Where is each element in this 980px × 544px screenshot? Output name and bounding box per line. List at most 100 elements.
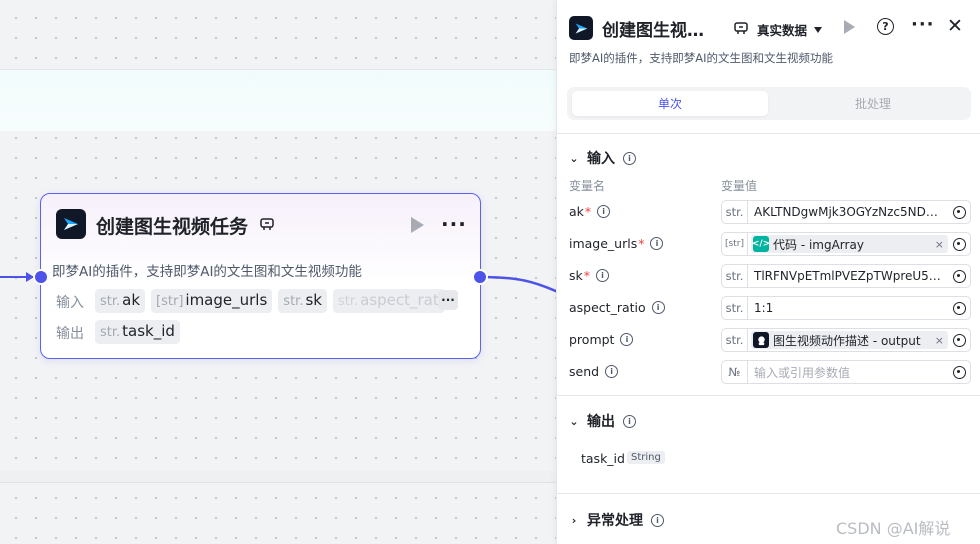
- param-field-aspect-ratio[interactable]: str. 1:1: [721, 296, 971, 320]
- variable-select-icon[interactable]: [948, 201, 970, 223]
- data-mode-dropdown[interactable]: 真实数据: [757, 20, 823, 39]
- variable-select-icon[interactable]: [948, 233, 970, 255]
- param-ref-label: 代码 - imgArray: [773, 237, 864, 252]
- node-more-icon[interactable]: ···: [441, 212, 467, 236]
- param-type-send: №: [722, 361, 748, 383]
- param-type-ak: str.: [722, 201, 748, 223]
- canvas-group-band: [0, 69, 556, 131]
- param-value-aspect-ratio[interactable]: 1:1: [748, 301, 948, 315]
- param-name-aspect-ratio: aspect_ratio i: [569, 300, 665, 315]
- node-output-label: 输出: [56, 326, 84, 342]
- param-field-ak[interactable]: str. AKLTNDgwMjk3OGYzNzc5NDMzODhiMzRlYjE…: [721, 200, 971, 224]
- help-icon[interactable]: ?: [877, 18, 894, 35]
- outgoing-edge[interactable]: [480, 262, 556, 302]
- info-icon[interactable]: i: [596, 269, 610, 282]
- param-name-prompt: prompt i: [569, 332, 634, 347]
- divider: [557, 395, 980, 396]
- more-icon[interactable]: ···: [911, 14, 935, 35]
- info-icon[interactable]: i: [605, 365, 619, 378]
- output-section-title: 输出: [587, 414, 615, 430]
- info-icon[interactable]: i: [620, 333, 634, 346]
- chevron-right-icon: ›: [571, 513, 577, 527]
- code-node-icon: </>: [752, 236, 770, 252]
- divider: [557, 133, 980, 134]
- jimeng-logo-icon: [56, 209, 86, 239]
- run-node-icon[interactable]: [844, 20, 855, 34]
- param-ref-label: 图生视频动作描述 - output: [773, 333, 921, 348]
- input-tag-sk: str. sk: [278, 289, 327, 313]
- plugin-badge-icon: [734, 22, 748, 34]
- plugin-badge-icon: [260, 218, 274, 230]
- output-tag-task-id: str. task_id: [95, 320, 180, 344]
- param-field-prompt[interactable]: str. 图生视频动作描述 - output ×: [721, 328, 971, 352]
- info-icon[interactable]: i: [597, 205, 611, 218]
- param-ref-prompt[interactable]: 图生视频动作描述 - output ×: [751, 331, 948, 349]
- input-tag-aspect-ratio: str. aspect_ratio: [332, 289, 445, 313]
- param-name-ak: ak * i: [569, 204, 611, 219]
- column-header-value: 变量值: [721, 179, 758, 193]
- node-output-port[interactable]: [472, 269, 488, 285]
- param-name-send: send i: [569, 364, 619, 379]
- node-tags-more-button[interactable]: ···: [438, 290, 458, 310]
- remove-ref-icon[interactable]: ×: [935, 238, 944, 251]
- tab-batch[interactable]: 批处理: [775, 91, 971, 116]
- panel-description: 即梦AI的插件，支持即梦AI的文生图和文生视频功能: [569, 51, 834, 65]
- param-type-aspect-ratio: str.: [722, 297, 748, 319]
- ai-node-icon: [753, 332, 769, 348]
- divider: [557, 493, 980, 494]
- param-name-image-urls: image_urls * i: [569, 236, 664, 251]
- node-title: 创建图生视频任务: [96, 216, 249, 238]
- chevron-down-icon: ⌄: [569, 151, 579, 165]
- error-handling-section-header[interactable]: › 异常处理 i: [569, 510, 664, 530]
- node-config-panel: 创建图生视频任务 真实数据 ? ··· ✕ 即梦AI的插件，支持即梦AI的文生图…: [556, 0, 980, 544]
- param-field-send[interactable]: № 输入或引用参数值: [721, 360, 971, 384]
- param-ref-image-urls[interactable]: </> 代码 - imgArray ×: [751, 235, 948, 253]
- tab-single[interactable]: 单次: [572, 91, 768, 116]
- variable-select-icon[interactable]: [948, 329, 970, 351]
- panel-title: 创建图生视频任务: [602, 21, 720, 41]
- watermark: CSDN @AI解说: [836, 519, 951, 538]
- input-section-title: 输入: [587, 151, 615, 167]
- param-type-prompt: str.: [722, 329, 748, 351]
- caret-down-icon: [814, 26, 823, 33]
- info-icon[interactable]: i: [650, 237, 664, 250]
- param-field-sk[interactable]: str. TlRFNVpETmlPVEZpTWpreU5ERmpOMlkwTkR…: [721, 264, 971, 288]
- close-icon[interactable]: ✕: [947, 15, 963, 37]
- variable-select-icon[interactable]: [948, 361, 970, 383]
- info-icon[interactable]: i: [651, 513, 664, 527]
- param-type-image-urls: [str]: [722, 233, 748, 255]
- node-output-tags: str. task_id: [95, 320, 180, 344]
- node-input-label: 输入: [56, 295, 84, 311]
- output-name-task-id: task_id: [581, 451, 625, 466]
- run-mode-tabs: 单次 批处理: [567, 87, 971, 120]
- input-section-header[interactable]: ⌄ 输入 i: [569, 148, 636, 168]
- data-mode-label: 真实数据: [757, 23, 808, 38]
- node-input-tags: str. ak [str] image_urls str. sk str. aspect…: [95, 289, 445, 313]
- param-field-image-urls[interactable]: [str] </> 代码 - imgArray ×: [721, 232, 971, 256]
- param-input-send[interactable]: 输入或引用参数值: [748, 364, 948, 381]
- jimeng-logo-icon: [569, 16, 593, 40]
- param-value-ak[interactable]: AKLTNDgwMjk3OGYzNzc5NDMzODhiMzRlYjE1: [748, 205, 948, 219]
- output-section-header[interactable]: ⌄ 输出 i: [569, 411, 636, 431]
- workflow-canvas[interactable]: 创建图生视频任务 ··· 即梦AI的插件，支持即梦AI的文生图和文生视频功能 输…: [0, 0, 556, 544]
- node-run-icon[interactable]: [411, 217, 424, 233]
- column-header-name: 变量名: [569, 179, 606, 193]
- variable-select-icon[interactable]: [948, 297, 970, 319]
- output-type-badge: String: [627, 451, 665, 464]
- remove-ref-icon[interactable]: ×: [935, 334, 944, 347]
- node-input-port[interactable]: [33, 269, 49, 285]
- input-tag-ak: str. ak: [95, 289, 146, 313]
- param-value-sk[interactable]: TlRFNVpETmlPVEZpTWpreU5ERmpOMlkwTkRR: [748, 269, 948, 283]
- node-description: 即梦AI的插件，支持即梦AI的文生图和文生视频功能: [52, 264, 362, 280]
- info-icon[interactable]: i: [651, 301, 665, 314]
- info-icon[interactable]: i: [623, 414, 636, 428]
- plugin-node[interactable]: 创建图生视频任务 ··· 即梦AI的插件，支持即梦AI的文生图和文生视频功能 输…: [40, 193, 481, 359]
- variable-select-icon[interactable]: [948, 265, 970, 287]
- error-handling-title: 异常处理: [587, 513, 643, 529]
- input-tag-image-urls: [str] image_urls: [151, 289, 273, 313]
- canvas-group-band-bottom: [0, 471, 556, 483]
- param-type-sk: str.: [722, 265, 748, 287]
- param-name-sk: sk * i: [569, 268, 610, 283]
- chevron-down-icon: ⌄: [569, 414, 579, 428]
- info-icon[interactable]: i: [623, 151, 636, 165]
